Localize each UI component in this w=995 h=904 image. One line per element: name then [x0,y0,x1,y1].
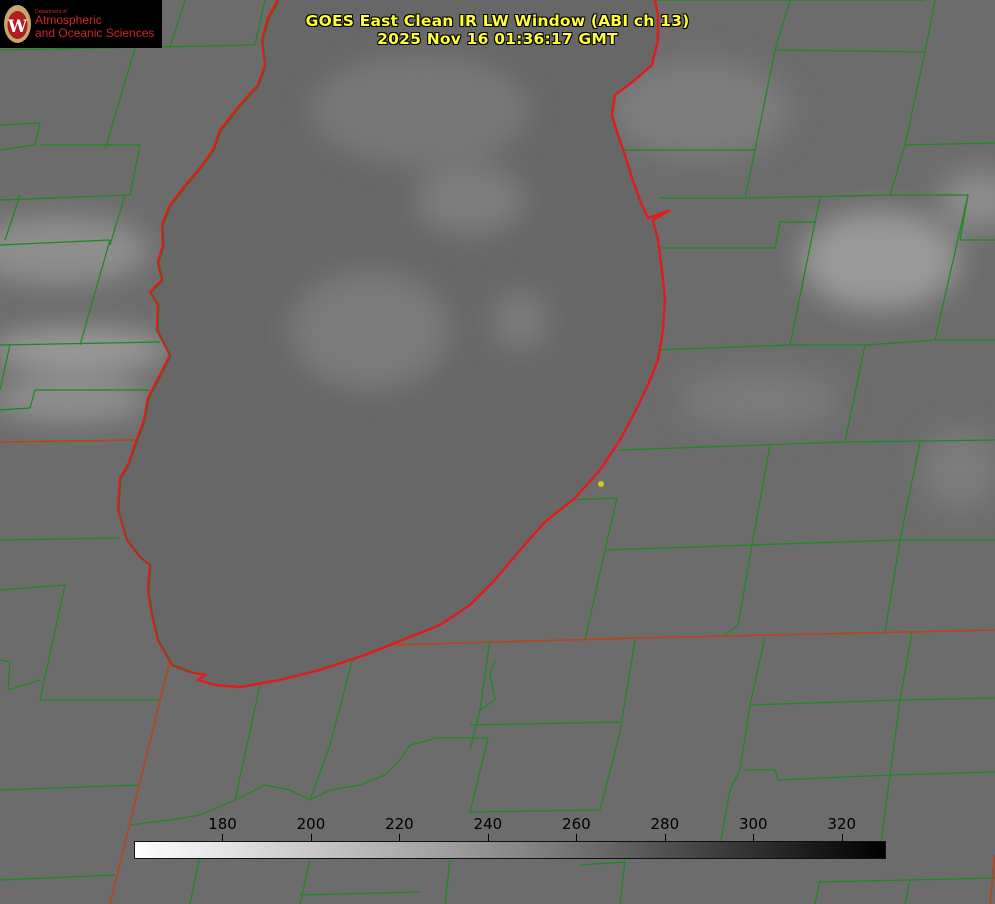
colorbar-tick-label: 320 [827,815,857,833]
location-marker [598,481,604,487]
temperature-colorbar [134,841,886,859]
image-title: GOES East Clean IR LW Window (ABI ch 13) [305,12,690,30]
image-timestamp: 2025 Nov 16 01:36:17 GMT [377,30,618,48]
colorbar-tick-label: 200 [296,815,326,833]
colorbar-tick-label: 300 [738,815,768,833]
colorbar-tick-label: 280 [650,815,680,833]
colorbar-tick-label: 260 [562,815,591,833]
colorbar-tick-label: 240 [473,815,503,833]
ir-satellite-map [0,0,995,904]
colorbar-tick-label: 220 [385,815,414,833]
colorbar-tick-label: 180 [208,815,237,833]
satellite-image-viewer: W Department of Atmospheric and Oceanic … [0,0,995,904]
